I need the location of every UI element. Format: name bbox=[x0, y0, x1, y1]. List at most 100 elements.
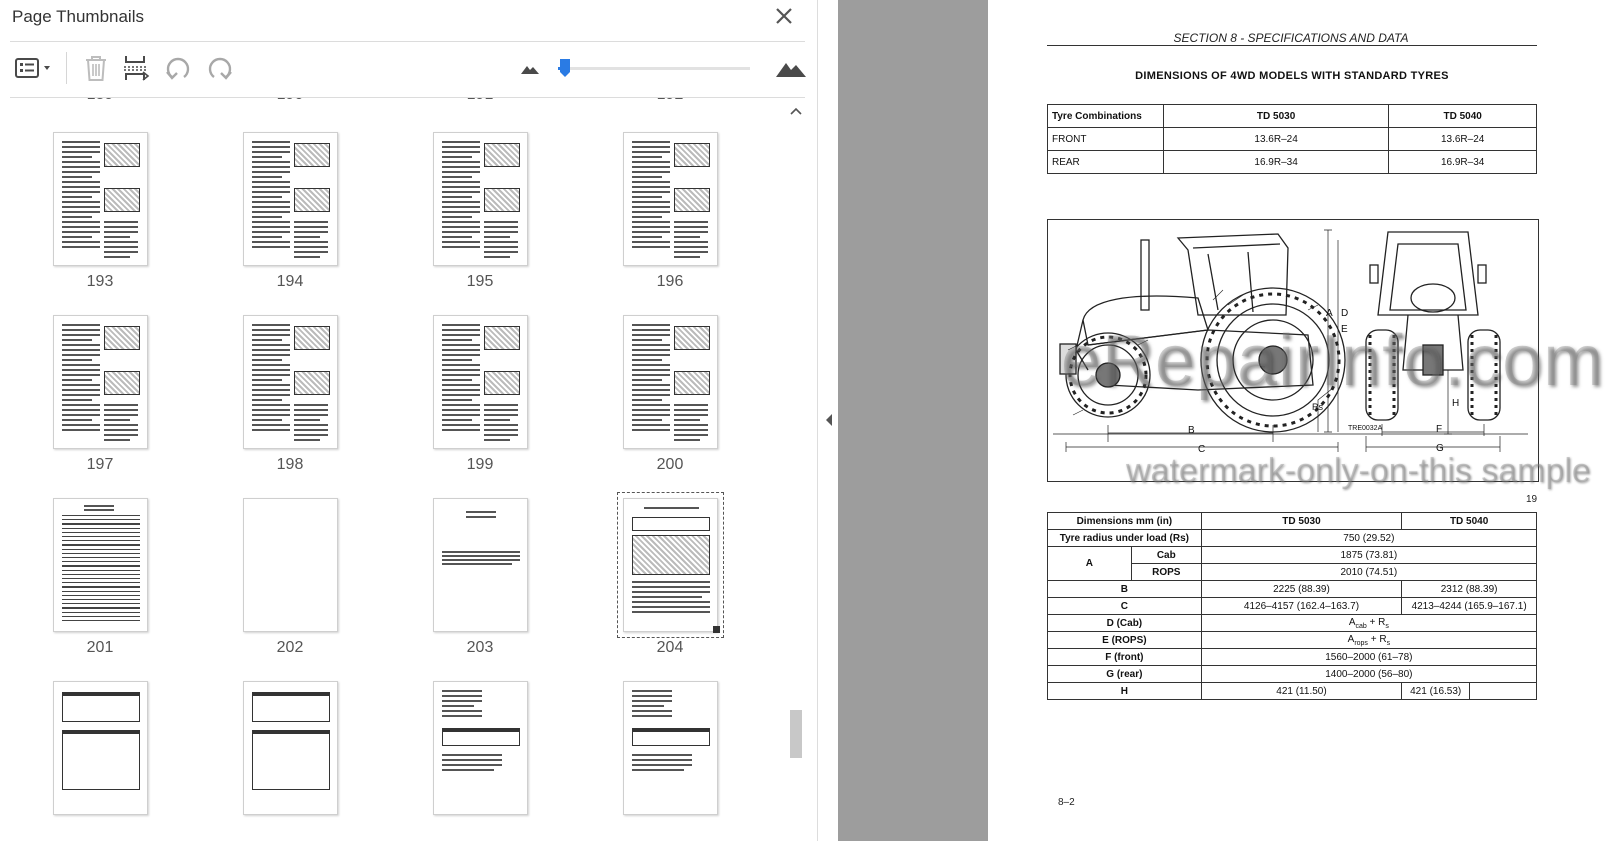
table-cell: 16.9R–34 bbox=[1388, 150, 1537, 174]
table-cell: Cab bbox=[1130, 546, 1202, 564]
tyre-table: Tyre Combinations TD 5030 TD 5040 FRONT … bbox=[1047, 104, 1537, 174]
svg-text:Rs: Rs bbox=[1312, 402, 1323, 412]
scroll-up-button[interactable] bbox=[787, 102, 805, 120]
thumbnail-scrollbar[interactable] bbox=[787, 98, 805, 841]
svg-text:B: B bbox=[1188, 425, 1195, 436]
thumbnail-page-image bbox=[623, 132, 718, 266]
close-icon bbox=[776, 8, 792, 24]
table-header-cell: Tyre Combinations bbox=[1047, 104, 1164, 128]
thumbnail-page-image bbox=[53, 498, 148, 632]
svg-text:A: A bbox=[1326, 308, 1333, 319]
thumbnail-page-label: 191 bbox=[430, 98, 530, 104]
rotate-left-button[interactable] bbox=[161, 52, 195, 84]
page-thumbnail[interactable]: 202 bbox=[200, 498, 390, 683]
page-thumbnail[interactable]: 199 bbox=[390, 315, 580, 500]
scrollbar-thumb[interactable] bbox=[790, 710, 802, 758]
thumbnail-page-label: 189 bbox=[50, 98, 150, 104]
page-thumbnail[interactable] bbox=[580, 681, 770, 841]
table-cell: 1400–2000 (56–80) bbox=[1200, 665, 1538, 683]
svg-text:H: H bbox=[1452, 398, 1459, 409]
page-thumbnail[interactable]: 197 bbox=[10, 315, 200, 500]
page-thumbnail[interactable]: 204 bbox=[580, 492, 770, 683]
rotate-left-icon bbox=[166, 57, 190, 80]
svg-text:F: F bbox=[1436, 424, 1442, 435]
thumbnail-page-image bbox=[623, 498, 718, 632]
zoom-in-thumbnails-button[interactable] bbox=[771, 52, 811, 84]
page-thumbnail[interactable]: 195 bbox=[390, 132, 580, 317]
page-thumbnail[interactable]: 203 bbox=[390, 498, 580, 683]
svg-text:TRE0032A: TRE0032A bbox=[1348, 425, 1383, 432]
page-thumbnail[interactable]: 200 bbox=[580, 315, 770, 500]
dimensions-table: Dimensions mm (in) TD 5030 TD 5040 Tyre … bbox=[1047, 512, 1538, 700]
thumbnail-page-label: 200 bbox=[656, 456, 684, 473]
page-thumbnail[interactable]: 196 bbox=[580, 132, 770, 317]
table-cell: A bbox=[1047, 546, 1132, 581]
toolbar-separator bbox=[66, 52, 67, 84]
thumbnail-size-slider-track[interactable] bbox=[558, 67, 750, 70]
insert-pages-button[interactable] bbox=[119, 52, 153, 84]
thumbnail-page-image bbox=[433, 681, 528, 815]
thumbnail-grid: 189 190 191 192 193 194 195 196 197 198 199 200 201… bbox=[10, 98, 785, 841]
table-row: C 4126–4157 (162.4–163.7) 4213–4244 (165… bbox=[1047, 597, 1537, 615]
zoom-out-thumbnails-button[interactable] bbox=[513, 52, 547, 84]
thumbnail-page-label: 202 bbox=[276, 639, 304, 656]
table-cell: B bbox=[1047, 580, 1202, 598]
panel-title: Page Thumbnails bbox=[12, 7, 144, 26]
page-thumbnail[interactable]: 193 bbox=[10, 132, 200, 317]
page-thumbnail[interactable]: 198 bbox=[200, 315, 390, 500]
table-row: A Cab 1875 (73.81) bbox=[1047, 546, 1538, 581]
selection-corner-handle bbox=[713, 626, 720, 633]
slider-handle-icon bbox=[560, 59, 570, 77]
thumbnail-page-label: 193 bbox=[86, 273, 114, 290]
table-cell: 2312 (88.39) bbox=[1401, 580, 1537, 598]
thumbnail-page-image bbox=[53, 681, 148, 815]
table-cell bbox=[1469, 682, 1537, 700]
tractor-dimensions-figure: A D E Rs B C H F G TRE0032A bbox=[1047, 219, 1539, 482]
rotate-right-icon bbox=[208, 57, 232, 80]
delete-pages-button[interactable] bbox=[79, 52, 113, 84]
thumbnail-page-label: 204 bbox=[656, 639, 684, 656]
document-viewer[interactable]: SECTION 8 - SPECIFICATIONS AND DATA DIME… bbox=[838, 0, 1606, 841]
table-cell: D (Cab) bbox=[1047, 614, 1202, 632]
thumbnail-page-image bbox=[243, 132, 338, 266]
table-cell: FRONT bbox=[1047, 127, 1164, 151]
thumbnail-page-image bbox=[433, 498, 528, 632]
table-cell: Tyre radius under load (Rs) bbox=[1047, 529, 1202, 547]
close-panel-button[interactable] bbox=[770, 2, 798, 30]
table-header-cell: TD 5040 bbox=[1401, 512, 1537, 530]
thumbnail-page-image bbox=[243, 681, 338, 815]
table-cell: 2225 (88.39) bbox=[1200, 580, 1403, 598]
page-thumbnail[interactable] bbox=[390, 681, 580, 841]
thumbnail-page-image bbox=[243, 315, 338, 449]
table-cell: H bbox=[1047, 682, 1202, 700]
section-header: SECTION 8 - SPECIFICATIONS AND DATA bbox=[1173, 31, 1409, 45]
table-cell: 1560–2000 (61–78) bbox=[1200, 648, 1538, 666]
svg-text:D: D bbox=[1341, 308, 1348, 319]
page-thumbnail[interactable]: 194 bbox=[200, 132, 390, 317]
table-cell: 13.6R–24 bbox=[1162, 127, 1390, 151]
figure-number: 19 bbox=[1526, 494, 1538, 505]
table-cell: F (front) bbox=[1047, 648, 1202, 666]
chevron-up-icon bbox=[790, 107, 802, 115]
thumbnail-page-label: 196 bbox=[656, 273, 684, 290]
page-thumbnail[interactable] bbox=[200, 681, 390, 841]
table-row: E (ROPS) Arops + Rs bbox=[1047, 631, 1538, 649]
thumbnail-page-image bbox=[623, 315, 718, 449]
table-cell: 421 (16.53) bbox=[1401, 682, 1471, 700]
title-divider bbox=[10, 41, 805, 42]
thumbnail-options-button[interactable] bbox=[10, 52, 56, 84]
panel-splitter[interactable] bbox=[817, 0, 837, 841]
thumbnail-page-label: 199 bbox=[466, 456, 494, 473]
page-thumbnail[interactable]: 201 bbox=[10, 498, 200, 683]
thumbnail-page-label: 201 bbox=[86, 639, 114, 656]
thumbnail-page-label: 192 bbox=[620, 98, 720, 104]
thumbnail-size-slider-handle[interactable] bbox=[559, 58, 571, 78]
svg-text:E: E bbox=[1341, 324, 1348, 335]
collapse-panel-button[interactable] bbox=[823, 412, 835, 428]
thumbnail-page-label: 195 bbox=[466, 273, 494, 290]
rotate-right-button[interactable] bbox=[203, 52, 237, 84]
table-header-row: Dimensions mm (in) TD 5030 TD 5040 bbox=[1047, 512, 1537, 530]
header-rule bbox=[1047, 45, 1537, 46]
table-row: F (front) 1560–2000 (61–78) bbox=[1047, 648, 1538, 666]
page-thumbnail[interactable] bbox=[10, 681, 200, 841]
